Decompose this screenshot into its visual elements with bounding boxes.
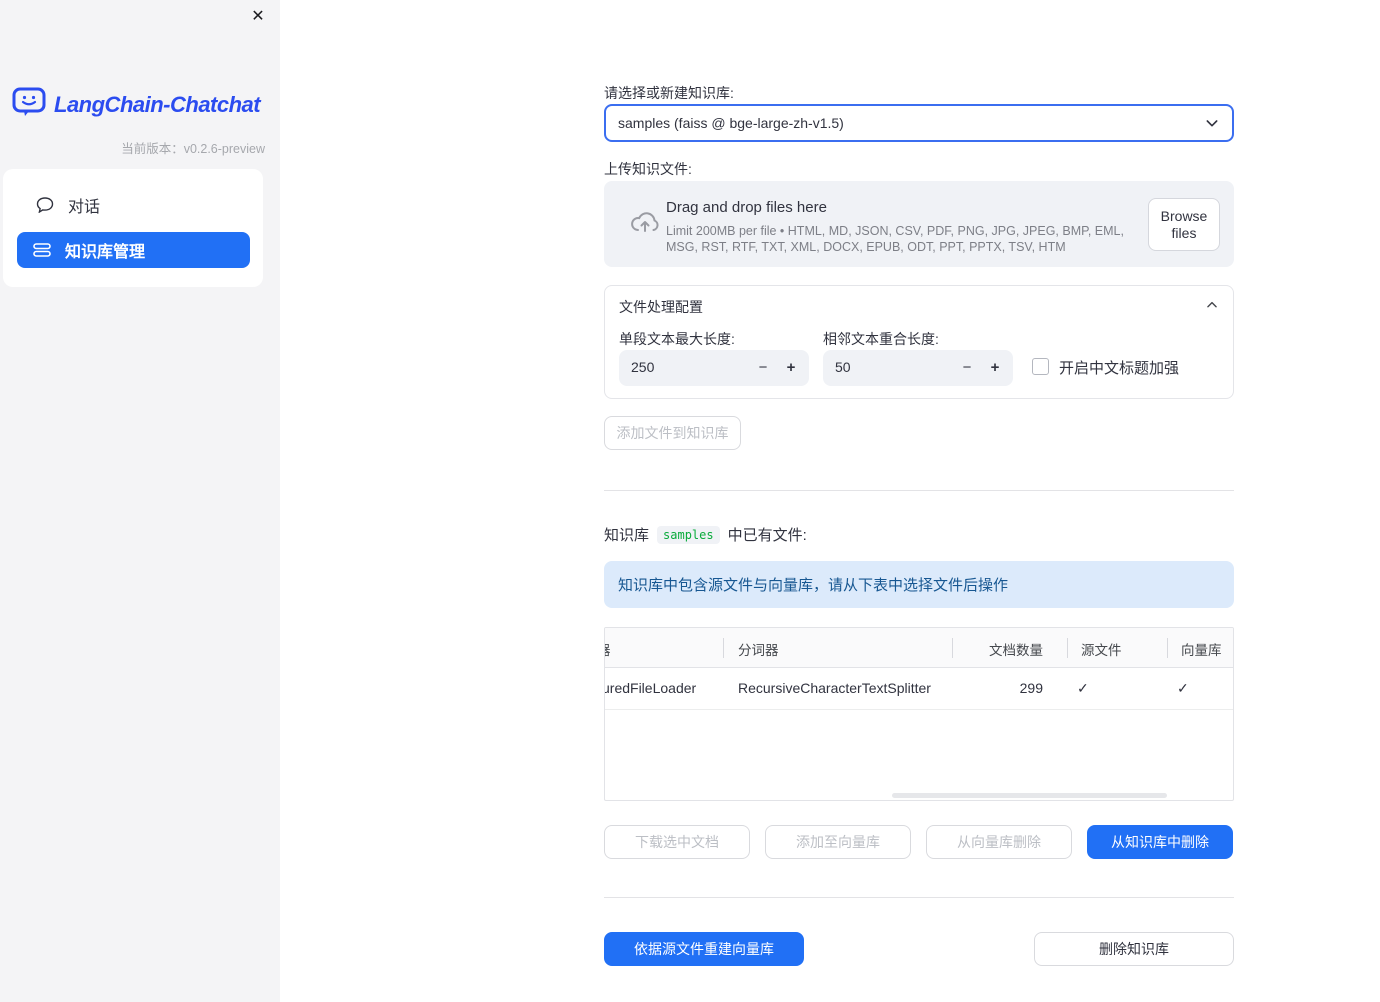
close-icon[interactable]: ✕	[246, 5, 270, 29]
cloud-upload-icon	[630, 209, 660, 240]
table-header-row: 器 分词器 文档数量 源文件 向量库	[605, 628, 1233, 668]
file-dropzone[interactable]: Drag and drop files here Limit 200MB per…	[604, 181, 1234, 267]
upload-label: 上传知识文件:	[604, 161, 692, 177]
add-to-vectorstore-button[interactable]: 添加至向量库	[765, 825, 911, 859]
zh-title-checkbox[interactable]	[1032, 358, 1049, 375]
app-title: LangChain-Chatchat	[54, 91, 261, 117]
sidebar-item-kb-management[interactable]: 知识库管理	[17, 232, 250, 268]
delete-from-vectorstore-button[interactable]: 从向量库删除	[926, 825, 1072, 859]
column-header-loader[interactable]: 器	[605, 639, 619, 659]
column-separator	[952, 638, 953, 658]
version-label: 当前版本：	[121, 142, 184, 156]
column-separator	[1167, 638, 1168, 658]
dropzone-limit-text: Limit 200MB per file • HTML, MD, JSON, C…	[666, 224, 1124, 254]
download-selected-button[interactable]: 下载选中文档	[604, 825, 750, 859]
version-value: v0.2.6-preview	[183, 142, 265, 156]
expander-title: 文件处理配置	[619, 299, 703, 315]
overlap-size-label: 相邻文本重合长度:	[823, 331, 939, 347]
chat-bubble-smile-icon	[12, 87, 46, 122]
zh-title-checkbox-label: 开启中文标题加强	[1059, 360, 1180, 377]
sidebar-item-label: 对话	[68, 199, 101, 216]
chat-icon	[36, 197, 54, 213]
column-separator	[723, 638, 724, 658]
info-banner-text: 知识库中包含源文件与向量库，请从下表中选择文件后操作	[618, 577, 1009, 594]
kb-existing-files-line: 知识库 samples 中已有文件:	[604, 524, 807, 545]
file-config-expander: 文件处理配置 单段文本最大长度: 相邻文本重合长度: 250 − + 50 − …	[604, 285, 1234, 399]
table-row[interactable]: uredFileLoader RecursiveCharacterTextSpl…	[605, 669, 1233, 710]
sidebar-menu: 对话 知识库管理	[3, 169, 263, 287]
cell-source-check: ✓	[1077, 680, 1089, 696]
kb-line-prefix: 知识库	[604, 527, 650, 544]
overlap-size-value: 50	[835, 359, 851, 375]
sidebar: ✕ LangChain-Chatchat 当前版本：v0.2.6-preview…	[0, 0, 280, 1002]
kb-select-label: 请选择或新建知识库:	[604, 85, 734, 101]
delete-from-kb-button[interactable]: 从知识库中删除	[1087, 825, 1233, 859]
app-logo: LangChain-Chatchat	[12, 87, 261, 122]
column-header-vector-store[interactable]: 向量库	[1181, 639, 1222, 659]
kb-selectbox[interactable]: samples (faiss @ bge-large-zh-v1.5)	[604, 104, 1234, 142]
database-icon	[33, 243, 51, 257]
column-header-source-file[interactable]: 源文件	[1081, 639, 1122, 659]
column-header-doc-count[interactable]: 文档数量	[965, 639, 1043, 659]
sidebar-item-dialogue[interactable]: 对话	[20, 188, 253, 222]
decrement-button[interactable]: −	[953, 350, 981, 386]
dropzone-title: Drag and drop files here	[666, 199, 827, 216]
horizontal-scrollbar[interactable]	[892, 793, 1167, 798]
kb-name-code: samples	[657, 525, 720, 544]
divider	[604, 490, 1234, 491]
overlap-size-input[interactable]: 50 − +	[823, 350, 1013, 386]
kb-files-table[interactable]: 器 分词器 文档数量 源文件 向量库 uredFileLoader Recurs…	[604, 627, 1234, 801]
add-files-to-kb-button[interactable]: 添加文件到知识库	[604, 416, 741, 450]
browse-files-button[interactable]: Browse files	[1148, 198, 1220, 251]
increment-button[interactable]: +	[981, 350, 1009, 386]
cell-doc-count: 299	[1019, 680, 1043, 696]
column-separator	[1067, 638, 1068, 658]
chevron-down-icon	[1204, 115, 1220, 131]
rebuild-vectorstore-button[interactable]: 依据源文件重建向量库	[604, 932, 804, 966]
cell-splitter: RecursiveCharacterTextSplitter	[738, 680, 931, 696]
divider	[604, 897, 1234, 898]
version-caption: 当前版本：v0.2.6-preview	[121, 138, 265, 157]
decrement-button[interactable]: −	[749, 350, 777, 386]
delete-kb-button[interactable]: 删除知识库	[1034, 932, 1234, 966]
chevron-up-icon[interactable]	[1205, 298, 1219, 317]
chunk-size-input[interactable]: 250 − +	[619, 350, 809, 386]
sidebar-item-label: 知识库管理	[65, 244, 146, 261]
cell-loader: uredFileLoader	[605, 680, 697, 696]
chunk-size-value: 250	[631, 359, 655, 375]
cell-vector-check: ✓	[1177, 680, 1189, 696]
kb-line-suffix: 中已有文件:	[727, 527, 807, 544]
chunk-size-label: 单段文本最大长度:	[619, 331, 735, 347]
column-header-splitter[interactable]: 分词器	[738, 639, 779, 659]
info-banner: 知识库中包含源文件与向量库，请从下表中选择文件后操作	[604, 561, 1234, 608]
increment-button[interactable]: +	[777, 350, 805, 386]
kb-selectbox-value: samples (faiss @ bge-large-zh-v1.5)	[618, 115, 844, 131]
